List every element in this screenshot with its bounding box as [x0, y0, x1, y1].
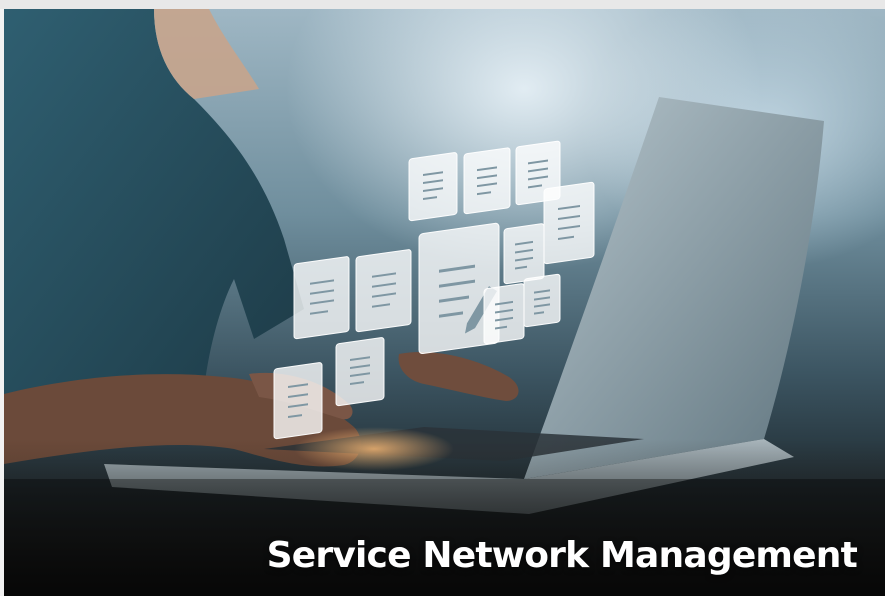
document-icon — [483, 283, 525, 345]
document-icon — [543, 181, 595, 265]
document-icon — [503, 223, 545, 285]
top-strip — [0, 0, 885, 9]
document-icon — [355, 249, 412, 333]
document-icon — [463, 147, 511, 215]
document-icon — [523, 273, 561, 328]
hero-illustration — [4, 9, 885, 596]
document-icon — [273, 362, 323, 440]
document-icon — [408, 152, 458, 222]
page-frame: Service Network Management — [0, 0, 885, 596]
document-icon — [293, 256, 350, 340]
hero-caption: Service Network Management — [266, 535, 858, 576]
floating-document-icons — [273, 140, 595, 440]
document-icon — [335, 337, 385, 407]
hero-image-banner: Service Network Management — [4, 9, 885, 596]
